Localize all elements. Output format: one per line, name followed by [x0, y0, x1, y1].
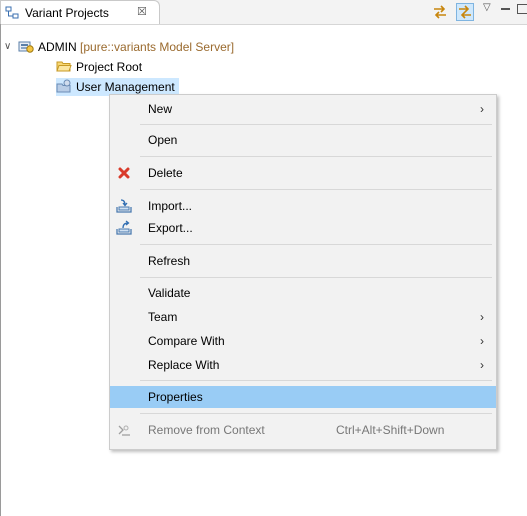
menu-item-label: Open — [148, 133, 178, 147]
minimize-icon[interactable] — [501, 8, 510, 10]
menu-item-label: Replace With — [148, 358, 220, 372]
menu-item-label: Validate — [148, 286, 191, 300]
context-menu: New › Open Delete Import... Export... Re… — [109, 94, 497, 450]
menu-item-label: Import... — [148, 199, 193, 213]
menu-item-open[interactable]: Open — [110, 129, 496, 151]
menu-separator — [140, 380, 492, 381]
menu-item-delete[interactable]: Delete — [110, 162, 496, 184]
folder-icon — [56, 58, 72, 74]
link-with-editor-button[interactable] — [456, 3, 474, 21]
menu-item-label: Export... — [148, 221, 193, 235]
menu-item-label: Delete — [148, 166, 183, 180]
view-border — [0, 24, 1, 516]
admin-server-label: [pure::variants Model Server] — [80, 40, 235, 54]
menu-separator — [140, 189, 492, 190]
export-icon — [116, 220, 132, 236]
menu-item-refresh[interactable]: Refresh — [110, 250, 496, 272]
menu-item-properties[interactable]: Properties — [110, 386, 496, 408]
tree-item-admin[interactable]: ∨ ADMIN [pure::variants Model Server] — [4, 38, 234, 56]
link-with-editor-icon — [457, 5, 473, 23]
menu-separator — [140, 244, 492, 245]
tab-title: Variant Projects — [25, 6, 109, 20]
menu-item-label: Team — [148, 310, 178, 324]
submenu-arrow-icon: › — [480, 310, 484, 324]
menu-item-import[interactable]: Import... — [110, 195, 496, 217]
sync-icon — [431, 5, 449, 24]
expand-toggle-icon[interactable]: ∨ — [4, 38, 18, 56]
menu-item-new[interactable]: New › — [110, 98, 496, 120]
menu-item-label: Properties — [148, 390, 203, 404]
menu-item-remove-from-context[interactable]: Remove from Context Ctrl+Alt+Shift+Down — [110, 419, 496, 441]
menu-item-compare-with[interactable]: Compare With › — [110, 330, 496, 352]
menu-item-label: Refresh — [148, 254, 191, 268]
menu-item-label: Compare With — [148, 334, 225, 348]
close-tab-icon[interactable]: ☒ — [137, 5, 147, 18]
tree-item-project-root[interactable]: Project Root — [56, 58, 142, 76]
maximize-icon[interactable] — [517, 4, 527, 14]
submenu-arrow-icon: › — [480, 102, 484, 116]
menu-item-shortcut: Ctrl+Alt+Shift+Down — [336, 423, 445, 437]
variant-projects-icon — [5, 6, 20, 23]
menu-item-replace-with[interactable]: Replace With › — [110, 354, 496, 376]
import-icon — [116, 198, 132, 214]
menu-separator — [140, 277, 492, 278]
view-tab-bar: Variant Projects ☒ ▽ — [0, 0, 527, 25]
submenu-arrow-icon: › — [480, 358, 484, 372]
model-server-icon — [18, 38, 34, 54]
menu-item-export[interactable]: Export... — [110, 217, 496, 239]
variant-projects-tab[interactable]: Variant Projects ☒ — [0, 0, 160, 24]
menu-separator — [140, 124, 492, 125]
sync-button[interactable] — [431, 3, 449, 21]
menu-separator — [140, 156, 492, 157]
admin-label: ADMIN — [38, 40, 77, 54]
project-root-label: Project Root — [76, 60, 143, 74]
menu-separator — [140, 413, 492, 414]
menu-item-label: New — [148, 102, 173, 116]
menu-item-validate[interactable]: Validate — [110, 282, 496, 304]
view-menu-icon[interactable]: ▽ — [483, 2, 491, 13]
submenu-arrow-icon: › — [480, 334, 484, 348]
menu-item-label: Remove from Context — [148, 423, 265, 437]
menu-item-team[interactable]: Team › — [110, 306, 496, 328]
delete-icon — [116, 165, 132, 181]
remove-from-context-icon — [116, 422, 132, 438]
project-icon — [56, 78, 72, 94]
user-management-label: User Management — [76, 80, 175, 94]
